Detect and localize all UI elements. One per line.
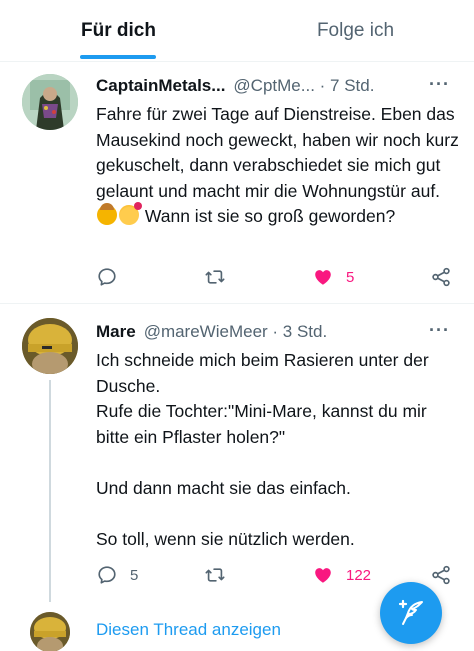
exploding-head-emoji-icon — [97, 203, 117, 225]
tweet-text-part: Wann ist sie so groß geworden? — [144, 206, 396, 226]
author-handle-time[interactable]: @mareWieMeer · 3 Std. — [144, 322, 328, 342]
tweet-header: Mare @mareWieMeer · 3 Std. — [96, 320, 327, 344]
tweet-paragraph: Rufe die Tochter:"Mini-Mare, kannst du m… — [96, 401, 427, 447]
tweet-text: Fahre für zwei Tage auf Dienstreise. Ebe… — [96, 102, 460, 230]
share-icon — [432, 267, 450, 287]
compose-feather-icon — [398, 599, 423, 625]
tweet-text-part: Fahre für zwei Tage auf Dienstreise. Ebe… — [96, 104, 459, 201]
tweet-captainmetals[interactable]: CaptainMetals... @CptMe... · 7 Std. ··· … — [0, 62, 474, 304]
reply-icon — [98, 268, 116, 286]
author-handle-time[interactable]: @CptMe... · 7 Std. — [233, 76, 374, 96]
share-icon — [432, 565, 450, 585]
avatar[interactable] — [22, 74, 78, 130]
tweet-actions: 5 — [96, 262, 456, 292]
tab-following[interactable]: Folge ich — [237, 0, 474, 62]
like-count: 122 — [346, 566, 372, 584]
like-button[interactable]: 5 — [312, 262, 354, 292]
tweet-text: Ich schneide mich beim Rasieren unter de… — [96, 348, 460, 552]
author-name[interactable]: CaptainMetals... — [96, 76, 225, 96]
active-tab-indicator — [80, 55, 156, 59]
reply-icon — [98, 566, 116, 584]
timeline-tabs: Für dich Folge ich — [0, 0, 474, 62]
like-count: 5 — [346, 268, 355, 286]
share-button[interactable] — [430, 560, 452, 590]
tweet-paragraph: Und dann macht sie das einfach. — [96, 477, 351, 498]
share-button[interactable] — [430, 262, 452, 292]
heart-icon — [315, 568, 331, 583]
tweet-header: CaptainMetals... @CptMe... · 7 Std. — [96, 74, 374, 98]
retweet-icon — [205, 568, 225, 582]
more-options-icon[interactable]: ··· — [429, 74, 450, 95]
thread-line — [49, 380, 51, 602]
like-button[interactable]: 122 — [312, 560, 371, 590]
tab-for-you[interactable]: Für dich — [0, 0, 237, 62]
avatar[interactable] — [22, 318, 78, 374]
reply-button[interactable] — [96, 262, 118, 292]
smiling-face-with-hearts-emoji-icon — [119, 202, 142, 225]
retweet-button[interactable] — [204, 560, 226, 590]
retweet-icon — [205, 270, 225, 284]
show-thread-link[interactable]: Diesen Thread anzeigen — [96, 620, 281, 640]
reply-count: 5 — [130, 566, 139, 584]
heart-icon — [315, 270, 331, 285]
retweet-button[interactable] — [204, 262, 226, 292]
author-name[interactable]: Mare — [96, 322, 136, 342]
tweet-paragraph: Ich schneide mich beim Rasieren unter de… — [96, 350, 429, 396]
reply-button[interactable]: 5 — [96, 560, 138, 590]
more-options-icon[interactable]: ··· — [429, 320, 450, 341]
compose-button[interactable] — [380, 582, 442, 644]
tweet-mare[interactable]: Mare @mareWieMeer · 3 Std. ··· Ich schne… — [0, 304, 474, 604]
avatar[interactable] — [30, 612, 70, 651]
tweet-paragraph: So toll, wenn sie nützlich werden. — [96, 528, 355, 549]
